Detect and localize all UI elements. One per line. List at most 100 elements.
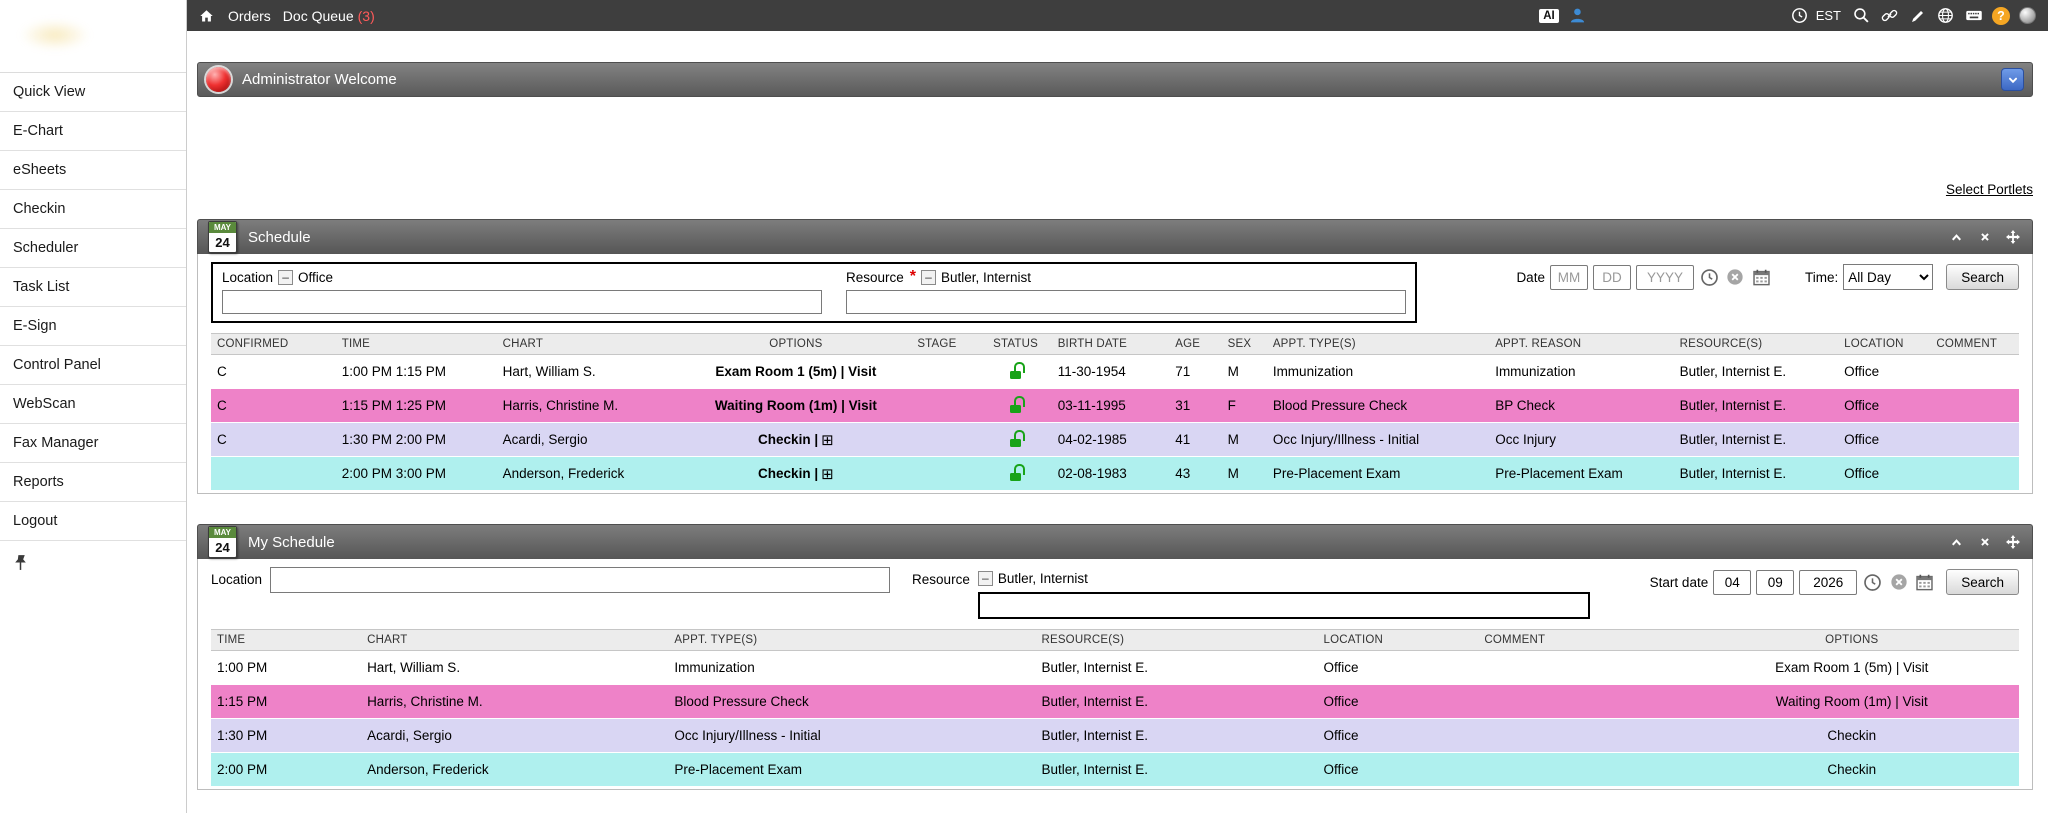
calendar-picker-icon[interactable] xyxy=(1914,572,1935,593)
options-cell[interactable]: Exam Room 1 (5m) | Visit xyxy=(1685,651,2020,685)
doc-queue-count: (3) xyxy=(358,8,375,24)
link-icon[interactable] xyxy=(1880,6,1899,25)
doc-queue-label: Doc Queue xyxy=(283,8,354,24)
clear-date-icon[interactable] xyxy=(1888,572,1909,593)
my-schedule-search-button[interactable]: Search xyxy=(1946,569,2019,595)
sidebar-item-esheets[interactable]: eSheets xyxy=(0,151,186,190)
cell: 1:15 PM xyxy=(211,685,361,719)
time-picker-icon[interactable] xyxy=(1862,572,1883,593)
cell: Butler, Internist E. xyxy=(1674,423,1839,457)
sidebar-item-task-list[interactable]: Task List xyxy=(0,268,186,307)
close-portlet-icon[interactable] xyxy=(1975,533,1994,552)
options-cell[interactable]: Exam Room 1 (5m) | Visit xyxy=(697,355,894,389)
expand-options-icon[interactable]: ⊞ xyxy=(821,432,834,449)
start-day-input[interactable] xyxy=(1756,570,1794,595)
options-primary-link[interactable]: Checkin xyxy=(758,432,811,447)
options-cell[interactable]: Checkin |⊞ xyxy=(697,457,894,491)
column-header: STATUS xyxy=(979,334,1051,355)
options-secondary-link[interactable]: | xyxy=(811,466,819,481)
calendar-picker-icon[interactable] xyxy=(1751,267,1772,288)
sidebar-item-quick-view[interactable]: Quick View xyxy=(0,73,186,112)
move-portlet-icon[interactable] xyxy=(2003,228,2022,247)
unlocked-icon[interactable] xyxy=(1010,371,1021,379)
schedule-row[interactable]: C1:00 PM 1:15 PMHart, William S.Exam Roo… xyxy=(211,355,2019,389)
my-schedule-resource-input[interactable] xyxy=(978,592,1590,619)
collapse-portlet-icon[interactable] xyxy=(1947,228,1966,247)
cell: Immunization xyxy=(1267,355,1489,389)
schedule-row[interactable]: 2:00 PM 3:00 PMAnderson, FrederickChecki… xyxy=(211,457,2019,491)
my-schedule-location-input[interactable] xyxy=(270,567,890,593)
collapse-location-button[interactable]: – xyxy=(278,270,293,285)
time-select[interactable]: All Day xyxy=(1843,264,1933,290)
collapse-resource-button[interactable]: – xyxy=(921,270,936,285)
my-schedule-row[interactable]: 1:15 PMHarris, Christine M.Blood Pressur… xyxy=(211,685,2019,719)
welcome-title: Administrator Welcome xyxy=(242,71,397,88)
logo-placeholder xyxy=(0,0,186,73)
sidebar-item-control-panel[interactable]: Control Panel xyxy=(0,346,186,385)
sidebar-item-fax-manager[interactable]: Fax Manager xyxy=(0,424,186,463)
options-secondary-link[interactable]: | Visit xyxy=(837,364,877,379)
doc-queue-link[interactable]: Doc Queue(3) xyxy=(283,8,375,24)
sidebar-item-checkin[interactable]: Checkin xyxy=(0,190,186,229)
clock-icon[interactable] xyxy=(1790,6,1809,25)
column-header: OPTIONS xyxy=(1685,630,2020,651)
cell: M xyxy=(1222,355,1267,389)
options-secondary-link[interactable]: | Visit xyxy=(837,398,877,413)
sidebar-item-logout[interactable]: Logout xyxy=(0,502,186,541)
orders-link[interactable]: Orders xyxy=(228,8,271,24)
search-icon[interactable] xyxy=(1852,6,1871,25)
pin-icon[interactable] xyxy=(13,554,29,571)
options-cell[interactable]: Checkin xyxy=(1685,753,2020,787)
options-cell[interactable]: Waiting Room (1m) | Visit xyxy=(1685,685,2020,719)
keyboard-icon[interactable] xyxy=(1964,6,1983,25)
date-month-input[interactable] xyxy=(1550,265,1588,290)
column-header: APPT. REASON xyxy=(1489,334,1673,355)
home-icon[interactable] xyxy=(197,6,216,25)
my-schedule-row[interactable]: 1:00 PMHart, William S.ImmunizationButle… xyxy=(211,651,2019,685)
options-cell[interactable]: Checkin xyxy=(1685,719,2020,753)
pencil-icon[interactable] xyxy=(1908,6,1927,25)
help-icon[interactable]: ? xyxy=(1992,7,2010,25)
start-year-input[interactable] xyxy=(1799,570,1857,595)
schedule-location-input[interactable] xyxy=(222,290,822,314)
my-schedule-row[interactable]: 2:00 PMAnderson, FrederickPre-Placement … xyxy=(211,753,2019,787)
date-day-input[interactable] xyxy=(1593,265,1631,290)
start-month-input[interactable] xyxy=(1713,570,1751,595)
expand-options-icon[interactable]: ⊞ xyxy=(821,466,834,483)
clear-date-icon[interactable] xyxy=(1725,267,1746,288)
globe-icon[interactable] xyxy=(1936,6,1955,25)
sidebar-item-e-sign[interactable]: E-Sign xyxy=(0,307,186,346)
user-icon[interactable] xyxy=(1568,6,1587,25)
move-portlet-icon[interactable] xyxy=(2003,533,2022,552)
welcome-collapse-button[interactable] xyxy=(2001,68,2024,91)
options-primary-link[interactable]: Waiting Room (1m) xyxy=(715,398,838,413)
options-secondary-link[interactable]: | xyxy=(811,432,819,447)
ai-badge[interactable]: AI xyxy=(1539,9,1559,23)
status-sphere-icon[interactable] xyxy=(2019,7,2036,24)
collapse-portlet-icon[interactable] xyxy=(1947,533,1966,552)
time-picker-icon[interactable] xyxy=(1699,267,1720,288)
options-cell[interactable]: Checkin |⊞ xyxy=(697,423,894,457)
welcome-bar: Administrator Welcome xyxy=(197,62,2033,97)
cell: 04-02-1985 xyxy=(1052,423,1170,457)
sidebar-item-reports[interactable]: Reports xyxy=(0,463,186,502)
collapse-resource-button[interactable]: – xyxy=(978,571,993,586)
options-primary-link[interactable]: Exam Room 1 (5m) xyxy=(715,364,837,379)
date-label: Date xyxy=(1516,270,1545,285)
sidebar-item-webscan[interactable]: WebScan xyxy=(0,385,186,424)
date-year-input[interactable] xyxy=(1636,265,1694,290)
sidebar-item-e-chart[interactable]: E-Chart xyxy=(0,112,186,151)
unlocked-icon[interactable] xyxy=(1010,473,1021,481)
schedule-row[interactable]: C1:15 PM 1:25 PMHarris, Christine M.Wait… xyxy=(211,389,2019,423)
select-portlets-link[interactable]: Select Portlets xyxy=(1946,182,2033,197)
options-cell[interactable]: Waiting Room (1m) | Visit xyxy=(697,389,894,423)
schedule-search-button[interactable]: Search xyxy=(1946,264,2019,290)
my-schedule-row[interactable]: 1:30 PMAcardi, SergioOcc Injury/Illness … xyxy=(211,719,2019,753)
sidebar-item-scheduler[interactable]: Scheduler xyxy=(0,229,186,268)
schedule-row[interactable]: C1:30 PM 2:00 PMAcardi, SergioCheckin |⊞… xyxy=(211,423,2019,457)
schedule-resource-input[interactable] xyxy=(846,290,1406,314)
close-portlet-icon[interactable] xyxy=(1975,228,1994,247)
unlocked-icon[interactable] xyxy=(1010,439,1021,447)
options-primary-link[interactable]: Checkin xyxy=(758,466,811,481)
unlocked-icon[interactable] xyxy=(1010,405,1021,413)
